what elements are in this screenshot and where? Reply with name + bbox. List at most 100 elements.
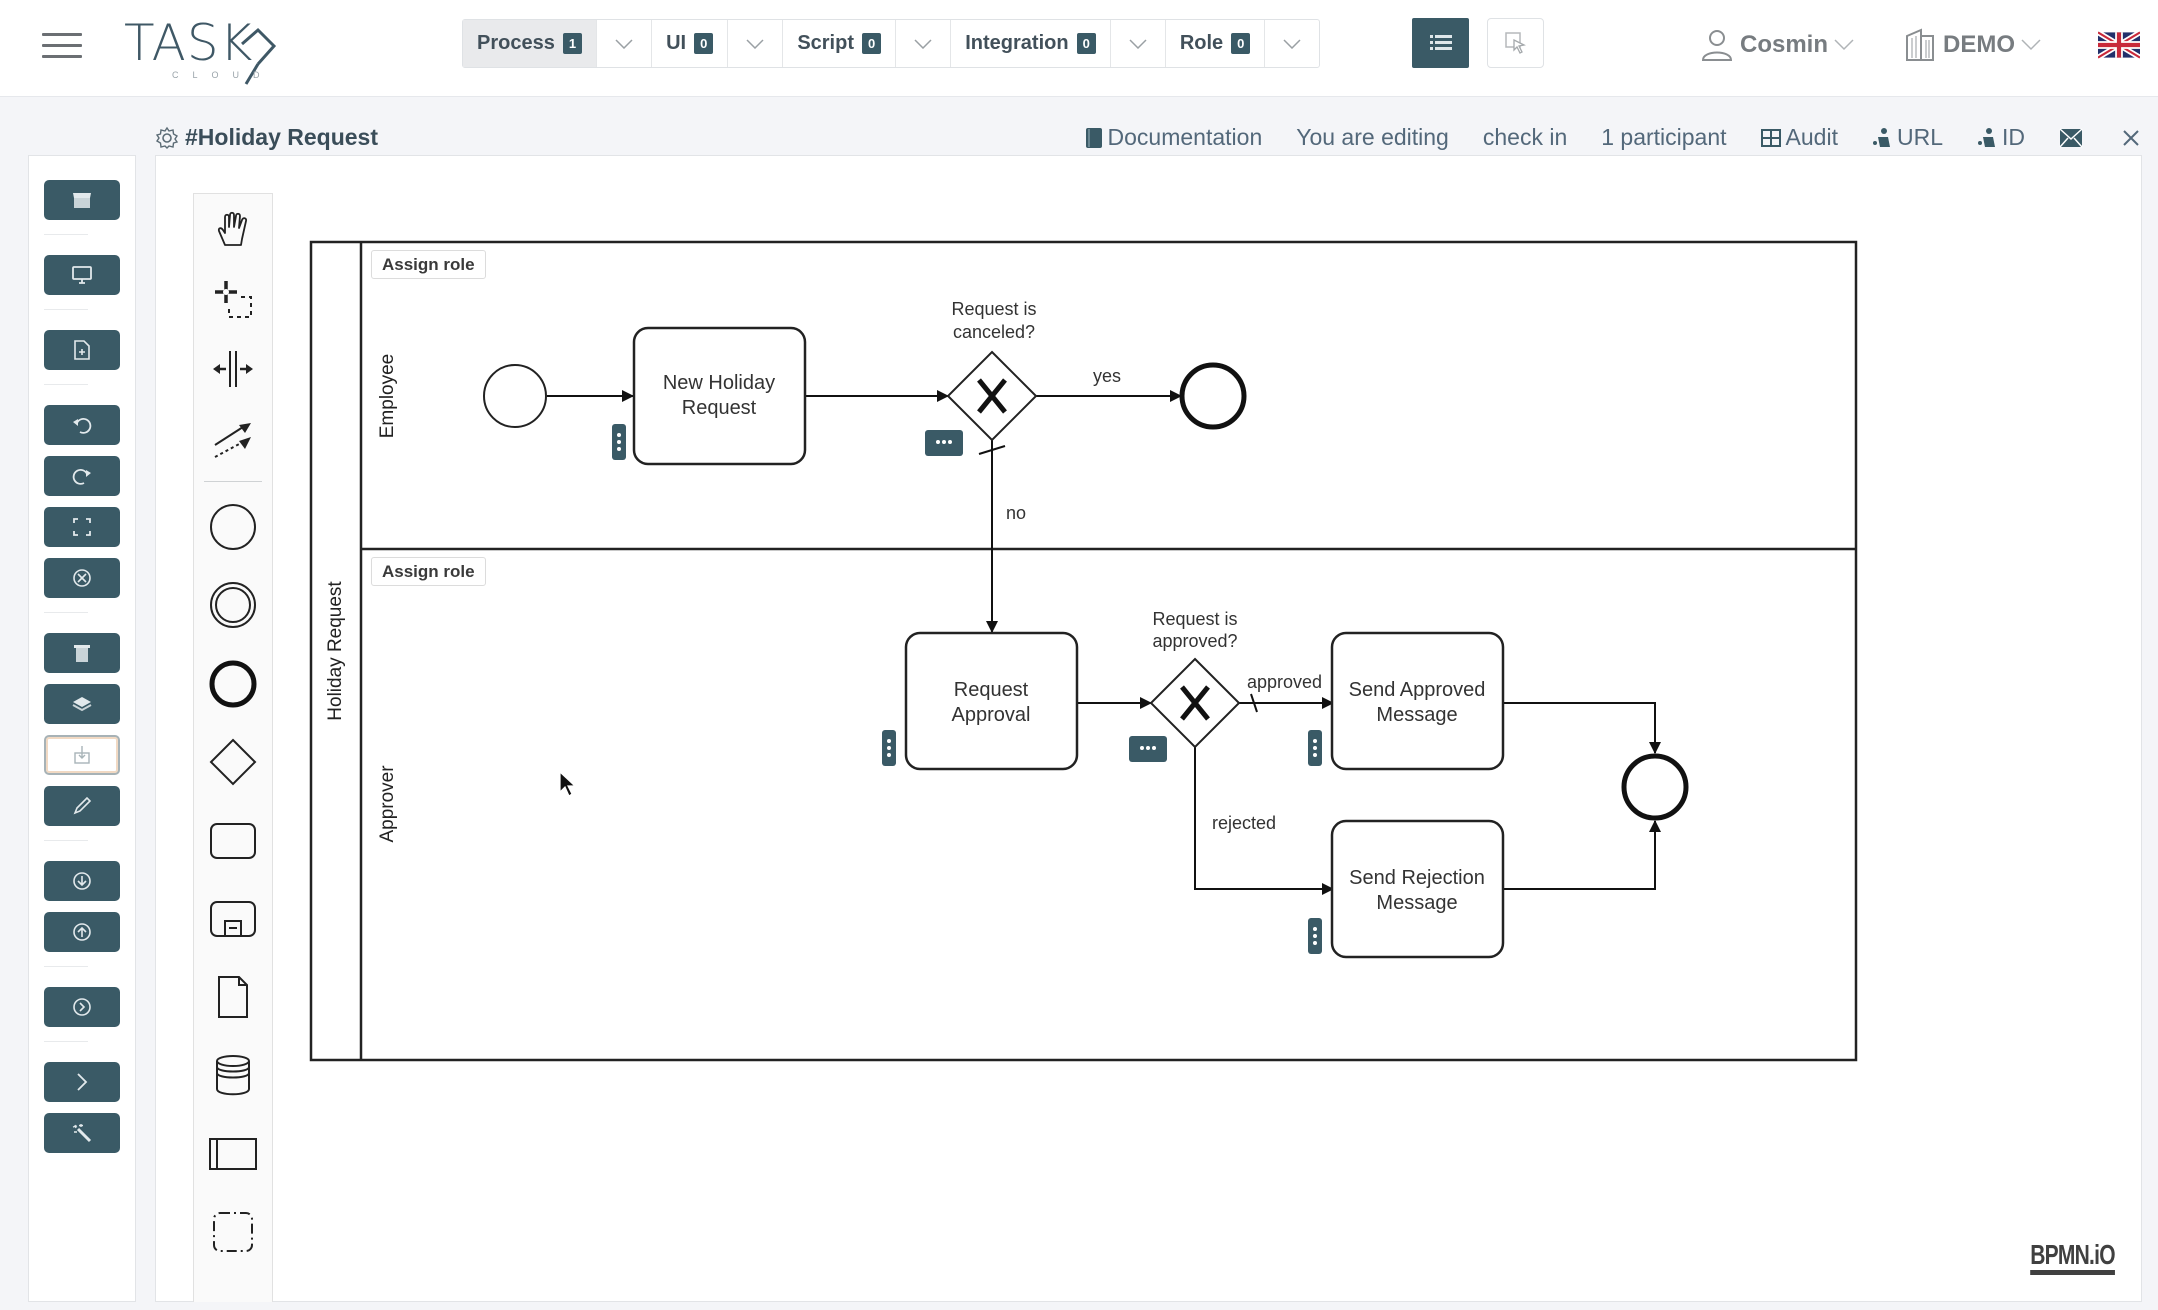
document-header: #Holiday Request Documentation You are e… <box>155 120 2145 156</box>
edit-button[interactable] <box>44 786 120 826</box>
tab-integration[interactable]: Integration 0 <box>951 20 1111 67</box>
mouse-cursor-icon <box>559 770 577 797</box>
upload-button[interactable] <box>44 912 120 952</box>
editing-label: You are editing <box>1296 124 1449 150</box>
list-icon <box>1429 35 1452 50</box>
tab-script[interactable]: Script 0 <box>783 20 897 67</box>
fullscreen-button[interactable] <box>44 507 120 547</box>
tab-process-dropdown[interactable] <box>597 20 653 67</box>
documentation-label: Documentation <box>1107 124 1263 150</box>
tab-role-dropdown[interactable] <box>1265 20 1319 67</box>
redo-icon <box>72 468 91 485</box>
magic-wand-button[interactable] <box>44 1113 120 1153</box>
company-menu[interactable]: DEMO <box>1905 28 2041 62</box>
gateway-label: Request is <box>1152 609 1237 629</box>
gear-icon[interactable] <box>155 126 179 150</box>
lane-label-approver[interactable]: Approver <box>377 765 398 843</box>
pool[interactable] <box>309 240 1858 1062</box>
tab-count-badge: 0 <box>862 33 882 54</box>
bpmn-io-logo[interactable]: BPMN.iO <box>2030 1240 2116 1275</box>
store-button[interactable] <box>44 180 120 220</box>
bpmn-canvas[interactable]: Holiday Request Employee Approver New Ho… <box>155 155 2142 1302</box>
chevron-down-icon <box>746 38 764 49</box>
vertical-dots-icon <box>617 433 621 451</box>
close-button[interactable] <box>2122 129 2145 147</box>
horizontal-dots-icon <box>1140 746 1156 750</box>
task-menu-button[interactable] <box>1308 918 1322 954</box>
flow-label-no: no <box>1006 503 1026 523</box>
audit-link[interactable]: Audit <box>1760 124 1838 151</box>
tab-count-badge: 0 <box>1231 33 1251 54</box>
end-event-canceled[interactable] <box>1179 362 1247 430</box>
gateway-request-approved[interactable] <box>1149 657 1241 749</box>
pool-label[interactable]: Holiday Request <box>325 581 346 721</box>
tab-script-dropdown[interactable] <box>896 20 952 67</box>
vertical-dots-icon <box>1313 927 1317 945</box>
preview-button[interactable] <box>44 255 120 295</box>
logo-text: TASK <box>124 14 254 72</box>
participants-link[interactable]: 1 participant <box>1601 124 1726 151</box>
url-link[interactable]: URL <box>1872 124 1943 151</box>
assign-role-button-approver[interactable]: Assign role <box>371 557 486 586</box>
task-send-rejection-message[interactable]: Send Rejection Message <box>1330 819 1505 959</box>
next-button[interactable] <box>44 1062 120 1102</box>
uk-flag-icon[interactable] <box>2098 30 2140 60</box>
assign-role-button-employee[interactable]: Assign role <box>371 250 486 279</box>
logo-subtext: CLOUD <box>172 70 274 80</box>
run-button[interactable] <box>44 987 120 1027</box>
editing-status[interactable]: You are editing <box>1296 124 1449 151</box>
email-button[interactable] <box>2059 127 2088 148</box>
gateway-request-canceled[interactable] <box>946 350 1038 442</box>
participants-label: 1 participant <box>1601 124 1727 150</box>
user-menu[interactable]: Cosmin <box>1700 28 1854 62</box>
action-sidebar <box>28 155 136 1302</box>
fullscreen-icon <box>73 518 91 536</box>
list-view-button[interactable] <box>1412 18 1469 68</box>
task-label: Request <box>682 397 757 419</box>
id-link[interactable]: ID <box>1977 124 2025 151</box>
building-icon <box>1906 28 1934 61</box>
clear-button[interactable] <box>44 558 120 598</box>
select-element-button[interactable] <box>1487 18 1544 68</box>
gateway-menu-button[interactable] <box>925 430 963 456</box>
redo-button[interactable] <box>44 456 120 496</box>
tab-label: Script <box>797 32 854 54</box>
task-menu-button[interactable] <box>882 730 896 766</box>
book-icon <box>1085 127 1102 148</box>
tab-role[interactable]: Role 0 <box>1166 20 1266 67</box>
task-request-approval[interactable]: Request Approval <box>904 631 1079 771</box>
tab-integration-dropdown[interactable] <box>1111 20 1166 67</box>
end-event[interactable] <box>1621 753 1689 821</box>
tab-ui-dropdown[interactable] <box>728 20 784 67</box>
tab-ui[interactable]: UI 0 <box>652 20 729 67</box>
task-menu-button[interactable] <box>1308 730 1322 766</box>
store-icon <box>73 193 91 208</box>
next-icon <box>77 1073 88 1091</box>
documentation-link[interactable]: Documentation <box>1085 124 1263 151</box>
task-label: Request <box>954 679 1029 701</box>
check-in-label: check in <box>1482 124 1568 150</box>
start-event[interactable] <box>483 364 547 428</box>
close-icon <box>2123 129 2139 146</box>
task-menu-button[interactable] <box>612 424 626 460</box>
undo-button[interactable] <box>44 405 120 445</box>
logo[interactable]: TASK CLOUD <box>124 14 284 85</box>
task-new-holiday-request[interactable]: New Holiday Request <box>632 326 807 466</box>
gateway-menu-button[interactable] <box>1129 736 1167 762</box>
chevron-down-icon <box>615 38 633 49</box>
flow-label-yes: yes <box>1093 366 1121 386</box>
flow-label-rejected: rejected <box>1212 813 1276 833</box>
lane-label-employee[interactable]: Employee <box>377 354 398 439</box>
check-in-link[interactable]: check in <box>1483 124 1567 151</box>
new-file-button[interactable] <box>44 330 120 370</box>
hamburger-menu-icon[interactable] <box>42 30 82 62</box>
layers-button[interactable] <box>44 684 120 724</box>
task-send-approved-message[interactable]: Send Approved Message <box>1330 631 1505 771</box>
task-label: New Holiday <box>663 372 775 394</box>
tab-process[interactable]: Process 1 <box>463 20 598 67</box>
import-button[interactable] <box>44 735 120 775</box>
delete-button[interactable] <box>44 633 120 673</box>
download-button[interactable] <box>44 861 120 901</box>
gateway-label: Request is <box>951 299 1036 319</box>
import-icon <box>74 746 90 764</box>
